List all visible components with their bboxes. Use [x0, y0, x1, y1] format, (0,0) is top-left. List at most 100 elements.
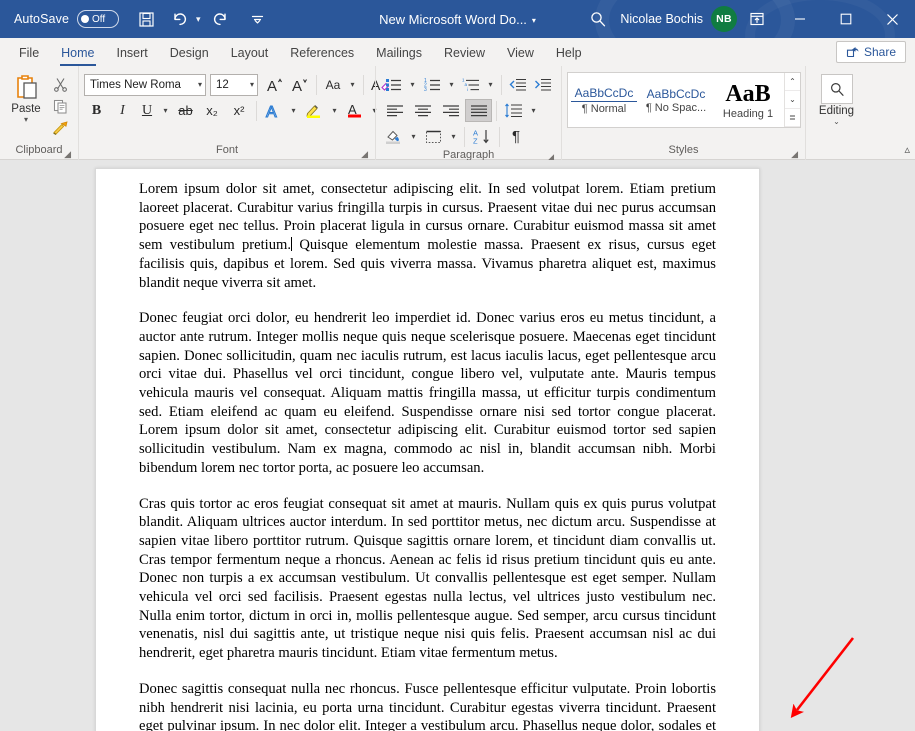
divider: [499, 126, 500, 147]
styles-scroll-down-icon[interactable]: ⌄: [785, 91, 800, 109]
clipboard-small-buttons: [47, 70, 73, 139]
editing-button[interactable]: Editing ⌄: [812, 70, 862, 126]
change-case-caret[interactable]: ▾: [346, 73, 359, 96]
tab-home[interactable]: Home: [50, 40, 105, 66]
styles-gallery-nav: ⌃ ⌄ ≣: [784, 73, 800, 127]
editing-caret[interactable]: ⌄: [833, 118, 840, 126]
maximize-button[interactable]: [823, 0, 869, 38]
tab-design[interactable]: Design: [159, 40, 220, 66]
tab-view[interactable]: View: [496, 40, 545, 66]
styles-dialog-launcher[interactable]: ◢: [791, 150, 798, 159]
ribbon-display-options-icon[interactable]: [737, 0, 777, 38]
undo-icon[interactable]: [165, 4, 195, 34]
avatar[interactable]: NB: [711, 6, 737, 32]
font-group-body: Times New Roma ▾ 12 ▾ A A Aa ▾ A B I U ▾…: [84, 70, 390, 143]
redo-icon[interactable]: [205, 4, 235, 34]
font-name-combo[interactable]: Times New Roma ▾: [84, 73, 206, 96]
change-case-icon[interactable]: Aa: [321, 73, 345, 96]
document-workspace[interactable]: Lorem ipsum dolor sit amet, consectetur …: [0, 160, 915, 731]
undo-dropdown-caret[interactable]: ▾: [196, 14, 201, 25]
bold-button[interactable]: B: [84, 99, 109, 122]
share-button[interactable]: Share: [835, 41, 906, 63]
cut-button[interactable]: [47, 73, 73, 95]
superscript-button[interactable]: x²: [226, 99, 252, 122]
document-page[interactable]: Lorem ipsum dolor sit amet, consectetur …: [95, 168, 760, 731]
line-spacing-icon[interactable]: [501, 99, 526, 122]
save-icon[interactable]: [131, 4, 161, 34]
underline-button[interactable]: U: [136, 99, 158, 122]
style-no-spacing-label: ¶ No Spac...: [645, 101, 707, 114]
search-icon[interactable]: [580, 3, 616, 35]
paragraph-1[interactable]: Lorem ipsum dolor sit amet, consectetur …: [139, 180, 716, 292]
style-normal[interactable]: AaBbCcDc ¶ Normal: [568, 73, 640, 127]
font-color-icon[interactable]: A: [342, 99, 367, 122]
minimize-button[interactable]: [777, 0, 823, 38]
paragraph-3[interactable]: Cras quis tortor ac eros feugiat consequ…: [139, 495, 716, 663]
numbering-icon[interactable]: 123: [420, 73, 444, 96]
shrink-font-icon[interactable]: A: [288, 73, 312, 96]
strikethrough-button[interactable]: ab: [173, 99, 198, 122]
highlight-caret[interactable]: ▾: [328, 99, 341, 122]
borders-caret[interactable]: ▾: [447, 125, 460, 148]
text-highlight-color-icon[interactable]: [301, 99, 327, 122]
multilevel-list-icon[interactable]: 1ai: [459, 73, 483, 96]
align-left-icon[interactable]: [381, 99, 408, 122]
styles-scroll-up-icon[interactable]: ⌃: [785, 73, 800, 91]
subscript-button[interactable]: x₂: [199, 99, 225, 122]
customize-quick-access-toolbar-icon[interactable]: [243, 4, 273, 34]
editing-group-label: [811, 143, 862, 160]
bullets-caret[interactable]: ▾: [406, 73, 419, 96]
underline-caret[interactable]: ▾: [159, 99, 172, 122]
shading-caret[interactable]: ▾: [407, 125, 420, 148]
collapse-ribbon-icon[interactable]: ▵: [904, 143, 910, 156]
show-formatting-marks-icon[interactable]: ¶: [504, 125, 528, 148]
tab-help[interactable]: Help: [545, 40, 593, 66]
font-size-combo[interactable]: 12 ▾: [210, 73, 258, 96]
sort-icon[interactable]: AZ: [469, 125, 495, 148]
tab-layout[interactable]: Layout: [220, 40, 280, 66]
text-effects-caret[interactable]: ▾: [287, 99, 300, 122]
numbering-caret[interactable]: ▾: [445, 73, 458, 96]
autosave-toggle[interactable]: Off: [77, 10, 120, 28]
tab-mailings[interactable]: Mailings: [365, 40, 433, 66]
style-heading-1[interactable]: AaB Heading 1: [712, 73, 784, 127]
format-painter-button[interactable]: [47, 117, 73, 139]
justify-icon[interactable]: [465, 99, 492, 122]
align-right-icon[interactable]: [437, 99, 464, 122]
ribbon-group-editing: Editing ⌄: [805, 66, 867, 160]
multilevel-caret[interactable]: ▾: [484, 73, 497, 96]
align-center-icon[interactable]: [409, 99, 436, 122]
shading-icon[interactable]: [381, 125, 406, 148]
italic-button[interactable]: I: [110, 99, 135, 122]
text-effects-icon[interactable]: A: [261, 99, 286, 122]
tab-insert[interactable]: Insert: [106, 40, 159, 66]
styles-gallery: AaBbCcDc ¶ Normal AaBbCcDc ¶ No Spac... …: [567, 72, 801, 128]
paragraph-4[interactable]: Donec sagittis consequat nulla nec rhonc…: [139, 680, 716, 731]
paste-button[interactable]: Paste ▾: [5, 70, 47, 124]
divider: [496, 100, 497, 121]
font-row-2: B I U ▾ ab x₂ x² A ▾ ▾ A ▾: [84, 99, 393, 122]
borders-icon[interactable]: [421, 125, 446, 148]
tab-review[interactable]: Review: [433, 40, 496, 66]
clipboard-dialog-launcher[interactable]: ◢: [64, 150, 71, 159]
grow-font-icon[interactable]: A: [263, 73, 287, 96]
paragraph-row-3: ▾ ▾ AZ ¶: [381, 125, 555, 148]
increase-indent-icon[interactable]: [531, 73, 555, 96]
line-spacing-caret[interactable]: ▾: [527, 99, 540, 122]
close-button[interactable]: [869, 0, 915, 38]
tab-file[interactable]: File: [8, 40, 50, 66]
font-group-label: Font ◢: [84, 143, 370, 160]
paste-dropdown-caret[interactable]: ▾: [24, 116, 28, 124]
tab-references[interactable]: References: [279, 40, 365, 66]
style-no-spacing[interactable]: AaBbCcDc ¶ No Spac...: [640, 73, 712, 127]
font-dialog-launcher[interactable]: ◢: [361, 150, 368, 159]
svg-text:A: A: [292, 78, 302, 94]
decrease-indent-icon[interactable]: [506, 73, 530, 96]
paragraph-2[interactable]: Donec feugiat orci dolor, eu hendrerit l…: [139, 309, 716, 477]
bullets-icon[interactable]: [381, 73, 405, 96]
style-heading-1-label: Heading 1: [722, 107, 774, 120]
copy-button[interactable]: [47, 95, 73, 117]
document-title-caret[interactable]: ▾: [532, 16, 536, 25]
styles-more-icon[interactable]: ≣: [785, 109, 800, 127]
divider: [501, 74, 502, 95]
